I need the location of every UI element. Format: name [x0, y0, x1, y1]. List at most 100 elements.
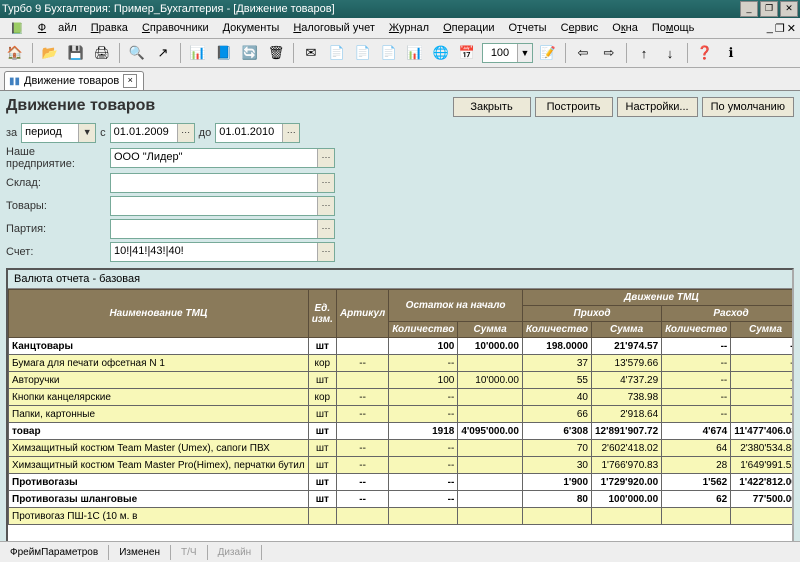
app-icon: 📗: [4, 20, 30, 37]
menu-windows[interactable]: Окна: [606, 20, 644, 36]
menu-ops[interactable]: Операции: [437, 20, 500, 36]
date-from[interactable]: ⋯: [110, 123, 195, 143]
doc2-icon[interactable]: 📄: [352, 42, 374, 64]
partia-label: Партия:: [6, 223, 106, 235]
search-icon[interactable]: 🔍: [126, 42, 148, 64]
menu-journal[interactable]: Журнал: [383, 20, 435, 36]
info-icon[interactable]: ℹ: [720, 42, 742, 64]
open-icon[interactable]: 📂: [39, 42, 61, 64]
minimize-button[interactable]: _: [740, 1, 758, 17]
build-button[interactable]: Построить: [535, 97, 613, 117]
table-row[interactable]: Кнопки канцелярскиекор----40738.98----40…: [9, 389, 793, 406]
report-box: Валюта отчета - базовая Наименование ТМЦ…: [6, 268, 794, 545]
up-icon[interactable]: ↑: [633, 42, 655, 64]
status-bar: ФреймПараметров Изменен Т/Ч Дизайн: [0, 541, 800, 562]
menu-help[interactable]: Помощь: [646, 20, 701, 36]
table-row[interactable]: Противогаз ПШ-1С (10 м. в: [9, 508, 793, 525]
envelope-icon[interactable]: ✉: [300, 42, 322, 64]
calendar-icon[interactable]: 📅: [456, 42, 478, 64]
table-row[interactable]: Химзащитный костюм Team Master (Umex), с…: [9, 440, 793, 457]
book-icon[interactable]: 📘: [213, 42, 235, 64]
table-row[interactable]: товаршт19184'095'000.006'30812'891'907.7…: [9, 423, 793, 440]
org-field[interactable]: ⋯: [110, 148, 335, 168]
refresh-icon[interactable]: 🔄: [239, 42, 261, 64]
col-unit: Ед. изм.: [308, 290, 336, 338]
partia-field[interactable]: ⋯: [110, 219, 335, 239]
date-to[interactable]: ⋯: [215, 123, 300, 143]
forward-icon[interactable]: ⇨: [598, 42, 620, 64]
excel-icon[interactable]: 📊: [404, 42, 426, 64]
tovary-field[interactable]: ⋯: [110, 196, 335, 216]
status-tab-frame[interactable]: ФреймПараметров: [0, 545, 109, 560]
ellipsis-icon[interactable]: ⋯: [317, 197, 334, 215]
table-row[interactable]: Противогазышт----1'9001'729'920.001'5621…: [9, 474, 793, 491]
table-row[interactable]: Противогазы шланговыешт----80100'000.006…: [9, 491, 793, 508]
zoom-control[interactable]: ▼: [482, 43, 533, 63]
col-start: Остаток на начало: [389, 290, 523, 322]
table-row[interactable]: Папки, картонныешт----662'918.64----662'…: [9, 406, 793, 423]
status-tab-design[interactable]: Дизайн: [208, 545, 263, 560]
period-combo[interactable]: ▼: [21, 123, 96, 143]
page-title: Движение товаров: [6, 97, 155, 115]
close-button[interactable]: Закрыть: [453, 97, 531, 117]
doc3-icon[interactable]: 📄: [378, 42, 400, 64]
table-row[interactable]: Бумага для печати офсетная N 1кор----371…: [9, 355, 793, 372]
main-menu: 📗 Файл Правка Справочники Документы Нало…: [0, 18, 800, 39]
chart-icon[interactable]: 📊: [187, 42, 209, 64]
sklad-field[interactable]: ⋯: [110, 173, 335, 193]
tovary-label: Товары:: [6, 200, 106, 212]
za-label: за: [6, 127, 17, 139]
sklad-label: Склад:: [6, 177, 106, 189]
tab-close-icon[interactable]: ×: [123, 74, 137, 88]
org-label: Наше предприятие:: [6, 146, 106, 170]
status-tab-changed[interactable]: Изменен: [109, 545, 171, 560]
zoom-input[interactable]: [483, 44, 517, 62]
mdi-restore-button[interactable]: ❐: [775, 22, 785, 35]
close-window-button[interactable]: ✕: [780, 1, 798, 17]
home-icon[interactable]: 🏠: [4, 42, 26, 64]
ellipsis-icon[interactable]: ⋯: [317, 220, 334, 238]
default-button[interactable]: По умолчанию: [702, 97, 794, 117]
save-icon[interactable]: 💾: [65, 42, 87, 64]
menu-tax[interactable]: Налоговый учет: [287, 20, 381, 36]
globe-icon[interactable]: 🌐: [430, 42, 452, 64]
col-prihod: Приход: [522, 306, 661, 322]
zoom-dropdown-icon[interactable]: ▼: [517, 44, 532, 62]
menu-service[interactable]: Сервис: [555, 20, 605, 36]
delete-icon[interactable]: 🗑: [265, 42, 287, 64]
print-icon[interactable]: 🖨: [91, 42, 113, 64]
menu-file[interactable]: Файл: [32, 20, 83, 36]
report-icon: ▮▮: [9, 76, 20, 87]
ellipsis-icon[interactable]: ⋯: [317, 243, 334, 261]
back-icon[interactable]: ⇦: [572, 42, 594, 64]
schet-field[interactable]: ⋯: [110, 242, 335, 262]
mdi-close-button[interactable]: ✕: [787, 22, 796, 35]
window-titlebar: Турбо 9 Бухгалтерия: Пример_Бухгалтерия …: [0, 0, 800, 18]
dropdown-icon[interactable]: ▼: [78, 124, 95, 142]
ellipsis-icon[interactable]: ⋯: [282, 124, 299, 142]
report-title: Валюта отчета - базовая: [8, 270, 792, 289]
report-scroll[interactable]: Наименование ТМЦ Ед. изм. Артикул Остато…: [8, 289, 792, 545]
doc1-icon[interactable]: 📄: [326, 42, 348, 64]
ellipsis-icon[interactable]: ⋯: [317, 174, 334, 192]
menu-reports[interactable]: Отчеты: [503, 20, 553, 36]
table-row[interactable]: Авторучкишт10010'000.00554'737.29----155…: [9, 372, 793, 389]
help-icon[interactable]: ❓: [694, 42, 716, 64]
ellipsis-icon[interactable]: ⋯: [177, 124, 194, 142]
jump-icon[interactable]: ↗: [152, 42, 174, 64]
table-row[interactable]: Канцтоварышт10010'000.00198.000021'974.5…: [9, 338, 793, 355]
settings-button[interactable]: Настройки...: [617, 97, 698, 117]
report-table: Наименование ТМЦ Ед. изм. Артикул Остато…: [8, 289, 792, 525]
ellipsis-icon[interactable]: ⋯: [317, 149, 334, 167]
text-icon[interactable]: 📝: [537, 42, 559, 64]
mdi-minimize-button[interactable]: _: [767, 22, 773, 34]
down-icon[interactable]: ↓: [659, 42, 681, 64]
menu-refs[interactable]: Справочники: [136, 20, 215, 36]
table-row[interactable]: Химзащитный костюм Team Master Pro(Himex…: [9, 457, 793, 474]
schet-label: Счет:: [6, 246, 106, 258]
restore-button[interactable]: ❐: [760, 1, 778, 17]
menu-docs[interactable]: Документы: [217, 20, 286, 36]
status-tab-tch[interactable]: Т/Ч: [171, 545, 208, 560]
document-tab[interactable]: ▮▮ Движение товаров ×: [4, 71, 144, 90]
menu-edit[interactable]: Правка: [85, 20, 134, 36]
